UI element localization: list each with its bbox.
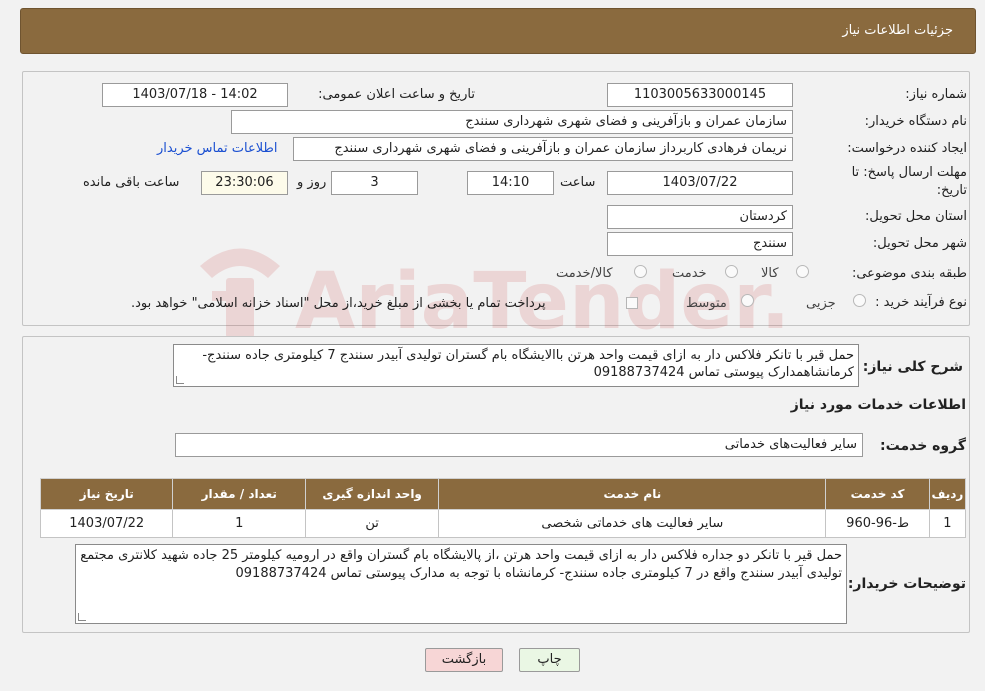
cell-service-code: ط-96-960 [825,509,930,538]
service-group-label: گروه خدمت: [880,438,966,454]
province-field: کردستان [607,205,793,229]
column-header-service-code: کد خدمت [825,478,930,510]
back-button[interactable]: بازگشت [425,648,503,672]
page-title: جزئیات اطلاعات نیاز [842,23,953,38]
days-label: روز و [297,175,327,190]
payment-note: پرداخت تمام یا بخشی از مبلغ خرید،از محل … [131,296,546,311]
cell-unit: تن [304,509,440,538]
city-field: سنندج [607,232,793,256]
category-option-goods: کالا [761,266,779,281]
buyer-org-field: سازمان عمران و بازآفرینی و فضای شهری شهر… [231,110,793,134]
cell-service-name: سایر فعالیت های خدماتی شخصی [438,509,827,538]
summary-label: شرح کلی نیاز: [862,359,963,375]
creator-field: نریمان فرهادی کاربرداز سازمان عمران و با… [293,137,793,161]
buyer-contact-link[interactable]: اطلاعات تماس خریدار [157,141,277,156]
summary-textarea: حمل قیر با تانکر فلاکس دار به ازای قیمت … [173,344,859,387]
service-group-field: سایر فعالیت‌های خدماتی [175,433,863,457]
treasury-checkbox[interactable] [626,297,638,309]
deadline-date-field: 1403/07/22 [607,171,793,195]
need-number-field: 1103005633000145 [607,83,793,107]
summary-text: حمل قیر با تانکر فلاکس دار به ازای قیمت … [202,348,854,380]
print-button[interactable]: چاپ [519,648,580,672]
deadline-time-field: 14:10 [467,171,554,195]
column-header-service-name: نام خدمت [438,478,827,510]
remaining-days-field: 3 [331,171,418,195]
column-header-need-date: تاریخ نیاز [39,478,174,510]
resize-grip-icon[interactable] [78,613,86,621]
process-option-minor: جزیی [806,296,836,311]
table-row: 1 ط-96-960 سایر فعالیت های خدماتی شخصی ت… [39,509,967,538]
resize-grip-icon[interactable] [176,376,184,384]
city-label: شهر محل تحویل: [872,236,967,251]
remaining-time-label: ساعت باقی مانده [83,175,180,190]
category-option-service: خدمت [672,266,707,281]
column-header-quantity: تعداد / مقدار [172,478,306,510]
process-radio-minor[interactable] [853,294,866,307]
deadline-label-date: تاریخ: [936,183,967,198]
process-radio-medium[interactable] [741,294,754,307]
buyer-org-label: نام دستگاه خریدار: [864,114,967,129]
remaining-time-field: 23:30:06 [201,171,288,195]
buyer-notes-textarea: حمل قیر با تانکر دو جداره فلاکس دار به ا… [75,544,847,624]
column-header-row-number: ردیف [928,478,967,510]
buyer-notes-label: توضیحات خریدار: [847,576,966,592]
need-number-label: شماره نیاز: [905,87,967,102]
column-header-unit: واحد اندازه گیری [304,478,440,510]
services-section-title: اطلاعات خدمات مورد نیاز [790,397,966,413]
cell-quantity: 1 [172,509,306,538]
process-type-label: نوع فرآیند خرید : [875,295,967,310]
category-radio-goods[interactable] [796,265,809,278]
table-header-row: ردیف کد خدمت نام خدمت واحد اندازه گیری ت… [39,478,967,510]
buyer-notes-text: حمل قیر با تانکر دو جداره فلاکس دار به ا… [80,548,842,581]
deadline-time-label: ساعت [560,175,596,190]
cell-need-date: 1403/07/22 [39,509,174,538]
announce-date-field: 1403/07/18 - 14:02 [102,83,288,107]
page-header: جزئیات اطلاعات نیاز [20,8,976,54]
cell-row-number: 1 [928,509,967,538]
announce-date-label: تاریخ و ساعت اعلان عمومی: [318,87,475,102]
process-option-medium: متوسط [686,296,727,311]
services-table: ردیف کد خدمت نام خدمت واحد اندازه گیری ت… [39,478,967,538]
category-option-both: کالا/خدمت [556,266,613,281]
category-radio-service[interactable] [725,265,738,278]
creator-label: ایجاد کننده درخواست: [847,141,967,156]
province-label: استان محل تحویل: [865,209,967,224]
category-label: طبقه بندی موضوعی: [851,266,967,281]
category-radio-both[interactable] [634,265,647,278]
deadline-label: مهلت ارسال پاسخ: تا [851,165,967,180]
